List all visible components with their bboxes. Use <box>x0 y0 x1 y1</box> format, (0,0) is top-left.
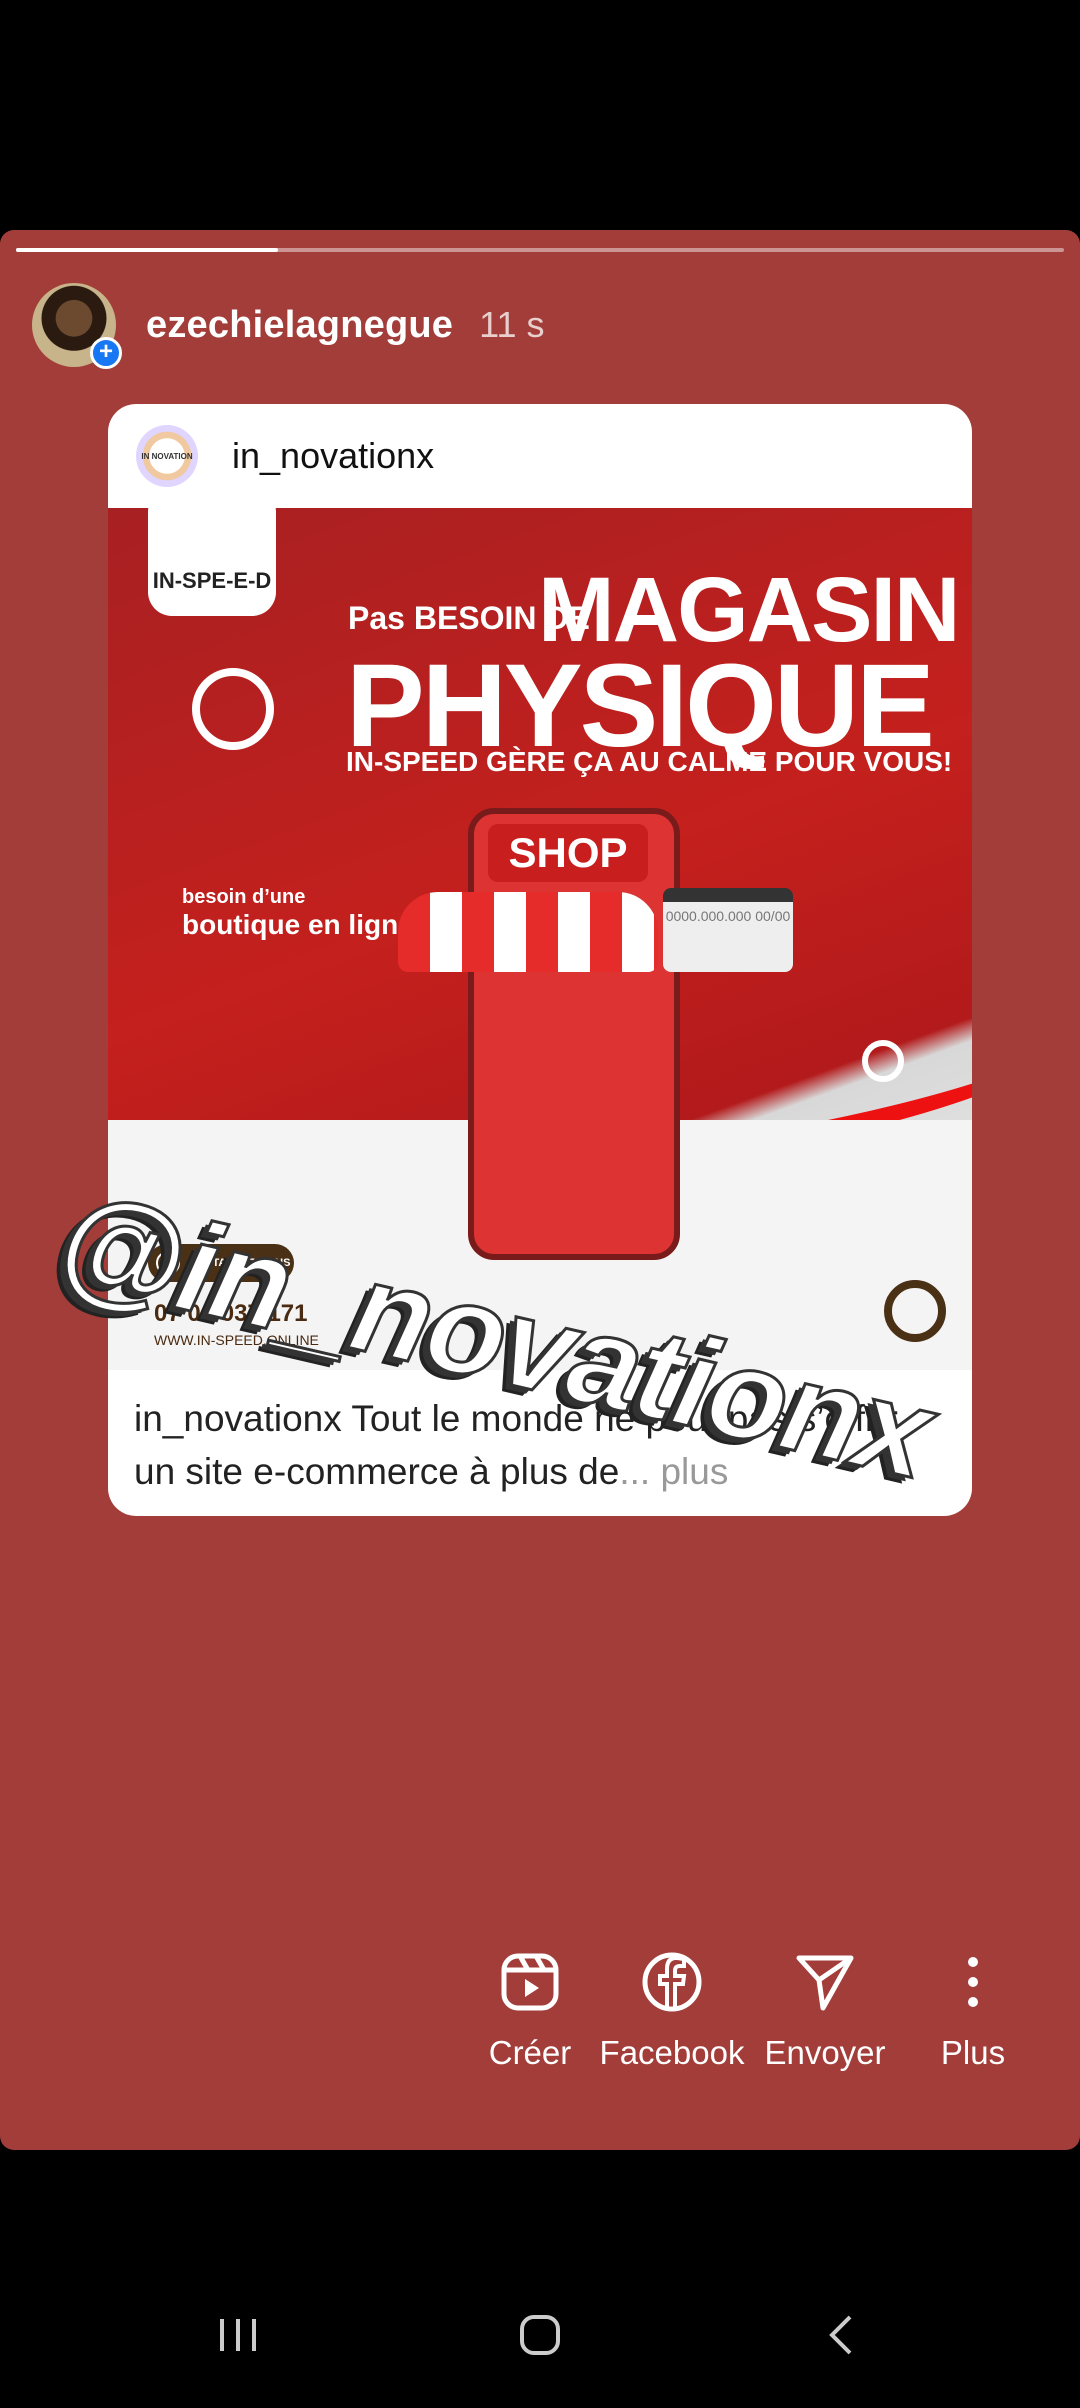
more-button[interactable]: Plus <box>893 1950 1053 2072</box>
decorative-ring <box>192 668 274 750</box>
facebook-share-button[interactable]: Facebook <box>592 1950 752 2072</box>
headline-sub: IN-SPEED GÈRE ÇA AU CALME POUR VOUS! <box>346 746 953 777</box>
create-button[interactable]: Créer <box>450 1950 610 2072</box>
send-label: Envoyer <box>764 2034 886 2071</box>
post-author-avatar[interactable]: IN NOVATION <box>136 425 198 487</box>
brand-logo-text: IN-SPE-E-D <box>152 568 272 593</box>
story-header: + ezechielagnegue 11 s <box>32 280 545 370</box>
story-progress-bar <box>16 248 1064 252</box>
facebook-icon <box>642 1952 702 2012</box>
post-header: IN NOVATION in_novationx <box>108 404 972 508</box>
back-button[interactable] <box>802 2300 882 2370</box>
decorative-ring <box>884 1280 946 1342</box>
boutique-line1: besoin d’une <box>182 886 306 908</box>
caption-ellipsis: ... <box>619 1451 651 1492</box>
reels-icon <box>501 1953 559 2011</box>
recents-button[interactable] <box>198 2300 278 2370</box>
home-icon <box>520 2315 560 2355</box>
add-story-icon[interactable]: + <box>90 337 122 369</box>
back-icon <box>829 2315 852 2355</box>
shop-label: SHOP <box>488 824 648 882</box>
story-timestamp: 11 s <box>479 304 545 345</box>
share-actions: Créer Facebook Envoyer Plus <box>0 1950 1080 2150</box>
shop-awning <box>398 892 658 972</box>
post-author-username[interactable]: in_novationx <box>232 435 434 477</box>
brand-logo: IN-SPE-E-D <box>148 508 276 616</box>
recents-icon <box>220 2319 256 2351</box>
decorative-ring <box>862 1040 904 1082</box>
send-icon <box>796 1955 854 2011</box>
more-label: Plus <box>940 2034 1006 2071</box>
create-label: Créer <box>488 2034 572 2071</box>
avatar[interactable]: + <box>32 283 122 369</box>
facebook-label: Facebook <box>599 2034 745 2071</box>
credit-card-illustration: 0000.000.000 00/00 <box>663 888 793 972</box>
more-vertical-icon <box>968 1957 978 2007</box>
send-button[interactable]: Envoyer <box>745 1950 905 2072</box>
post-author-avatar-text: IN NOVATION <box>141 451 193 461</box>
home-button[interactable] <box>500 2300 580 2370</box>
card-number: 0000.000.000 00/00 <box>665 908 791 924</box>
story-progress-fill <box>16 248 278 252</box>
story-username[interactable]: ezechielagnegue <box>146 304 453 347</box>
system-navbar <box>0 2260 1080 2408</box>
